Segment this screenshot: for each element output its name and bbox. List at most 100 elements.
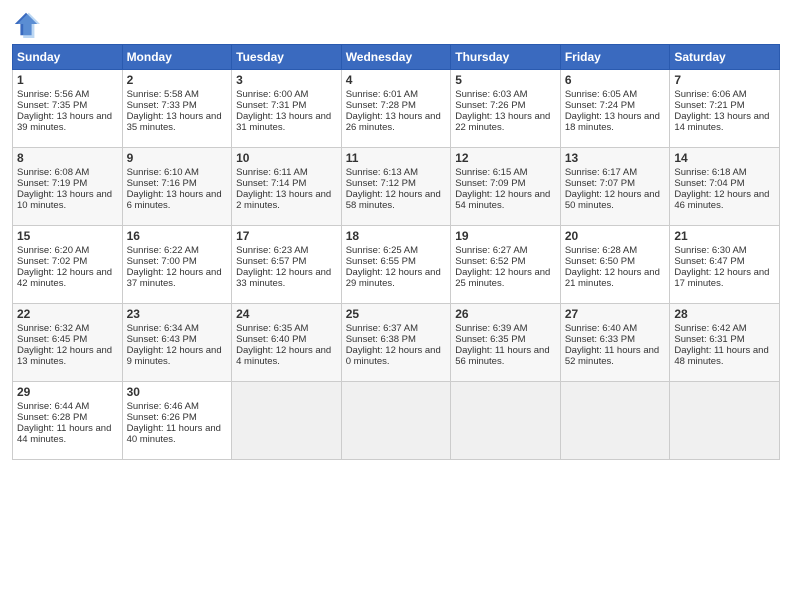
sunrise-text: Sunrise: 6:35 AM: [236, 323, 308, 334]
day-cell-18: 18Sunrise: 6:25 AMSunset: 6:55 PMDayligh…: [341, 226, 451, 304]
sunset-text: Sunset: 6:31 PM: [674, 334, 744, 345]
daylight-text: Daylight: 12 hours and 25 minutes.: [455, 267, 550, 289]
col-friday: Friday: [560, 45, 670, 70]
sunset-text: Sunset: 7:31 PM: [236, 100, 306, 111]
day-cell-28: 28Sunrise: 6:42 AMSunset: 6:31 PMDayligh…: [670, 304, 780, 382]
sunrise-text: Sunrise: 6:13 AM: [346, 167, 418, 178]
daylight-text: Daylight: 12 hours and 37 minutes.: [127, 267, 222, 289]
day-number: 17: [236, 229, 337, 243]
sunrise-text: Sunrise: 6:08 AM: [17, 167, 89, 178]
day-number: 29: [17, 385, 118, 399]
day-cell-20: 20Sunrise: 6:28 AMSunset: 6:50 PMDayligh…: [560, 226, 670, 304]
day-cell-3: 3 Sunrise: 6:00 AMSunset: 7:31 PMDaylight…: [232, 70, 342, 148]
sunset-text: Sunset: 7:19 PM: [17, 178, 87, 189]
sunrise-text: Sunrise: 6:05 AM: [565, 89, 637, 100]
day-cell-21: 21Sunrise: 6:30 AMSunset: 6:47 PMDayligh…: [670, 226, 780, 304]
sunrise-text: Sunrise: 6:00 AM: [236, 89, 308, 100]
daylight-text: Daylight: 12 hours and 50 minutes.: [565, 189, 660, 211]
daylight-text: Daylight: 13 hours and 2 minutes.: [236, 189, 331, 211]
sunset-text: Sunset: 7:16 PM: [127, 178, 197, 189]
day-number: 3: [236, 73, 337, 87]
day-number: 1: [17, 73, 118, 87]
daylight-text: Daylight: 12 hours and 29 minutes.: [346, 267, 441, 289]
week-row-5: 29Sunrise: 6:44 AMSunset: 6:28 PMDayligh…: [13, 382, 780, 460]
day-number: 5: [455, 73, 556, 87]
daylight-text: Daylight: 13 hours and 31 minutes.: [236, 111, 331, 133]
logo-icon: [12, 10, 40, 38]
empty-cell: [451, 382, 561, 460]
sunrise-text: Sunrise: 6:25 AM: [346, 245, 418, 256]
day-cell-7: 7Sunrise: 6:06 AMSunset: 7:21 PMDaylight…: [670, 70, 780, 148]
sunrise-text: Sunrise: 6:46 AM: [127, 401, 199, 412]
day-number: 8: [17, 151, 118, 165]
day-cell-24: 24Sunrise: 6:35 AMSunset: 6:40 PMDayligh…: [232, 304, 342, 382]
day-number: 10: [236, 151, 337, 165]
sunrise-text: Sunrise: 6:23 AM: [236, 245, 308, 256]
day-number: 2: [127, 73, 228, 87]
day-cell-19: 19Sunrise: 6:27 AMSunset: 6:52 PMDayligh…: [451, 226, 561, 304]
day-number: 27: [565, 307, 666, 321]
day-number: 25: [346, 307, 447, 321]
day-number: 7: [674, 73, 775, 87]
daylight-text: Daylight: 12 hours and 9 minutes.: [127, 345, 222, 367]
sunset-text: Sunset: 7:02 PM: [17, 256, 87, 267]
day-cell-11: 11Sunrise: 6:13 AMSunset: 7:12 PMDayligh…: [341, 148, 451, 226]
day-cell-27: 27Sunrise: 6:40 AMSunset: 6:33 PMDayligh…: [560, 304, 670, 382]
day-cell-9: 9Sunrise: 6:10 AMSunset: 7:16 PMDaylight…: [122, 148, 232, 226]
day-cell-15: 15Sunrise: 6:20 AMSunset: 7:02 PMDayligh…: [13, 226, 123, 304]
sunset-text: Sunset: 7:33 PM: [127, 100, 197, 111]
sunrise-text: Sunrise: 6:11 AM: [236, 167, 308, 178]
day-number: 12: [455, 151, 556, 165]
sunrise-text: Sunrise: 6:30 AM: [674, 245, 746, 256]
header: [12, 10, 780, 38]
sunset-text: Sunset: 7:12 PM: [346, 178, 416, 189]
header-row: Sunday Monday Tuesday Wednesday Thursday…: [13, 45, 780, 70]
daylight-text: Daylight: 12 hours and 46 minutes.: [674, 189, 769, 211]
sunrise-text: Sunrise: 6:20 AM: [17, 245, 89, 256]
sunset-text: Sunset: 7:21 PM: [674, 100, 744, 111]
daylight-text: Daylight: 12 hours and 4 minutes.: [236, 345, 331, 367]
daylight-text: Daylight: 11 hours and 44 minutes.: [17, 423, 111, 445]
empty-cell: [341, 382, 451, 460]
week-row-1: 1Sunrise: 5:56 AMSunset: 7:35 PMDaylight…: [13, 70, 780, 148]
day-cell-22: 22Sunrise: 6:32 AMSunset: 6:45 PMDayligh…: [13, 304, 123, 382]
sunset-text: Sunset: 7:07 PM: [565, 178, 635, 189]
day-cell-10: 10Sunrise: 6:11 AMSunset: 7:14 PMDayligh…: [232, 148, 342, 226]
daylight-text: Daylight: 13 hours and 6 minutes.: [127, 189, 222, 211]
daylight-text: Daylight: 11 hours and 56 minutes.: [455, 345, 549, 367]
day-cell-23: 23Sunrise: 6:34 AMSunset: 6:43 PMDayligh…: [122, 304, 232, 382]
day-number: 13: [565, 151, 666, 165]
sunset-text: Sunset: 6:50 PM: [565, 256, 635, 267]
sunrise-text: Sunrise: 6:37 AM: [346, 323, 418, 334]
col-wednesday: Wednesday: [341, 45, 451, 70]
daylight-text: Daylight: 11 hours and 40 minutes.: [127, 423, 221, 445]
sunset-text: Sunset: 6:52 PM: [455, 256, 525, 267]
sunrise-text: Sunrise: 6:06 AM: [674, 89, 746, 100]
daylight-text: Daylight: 13 hours and 39 minutes.: [17, 111, 112, 133]
sunrise-text: Sunrise: 6:01 AM: [346, 89, 418, 100]
col-thursday: Thursday: [451, 45, 561, 70]
sunrise-text: Sunrise: 6:27 AM: [455, 245, 527, 256]
day-number: 24: [236, 307, 337, 321]
sunrise-text: Sunrise: 6:18 AM: [674, 167, 746, 178]
day-cell-8: 8Sunrise: 6:08 AMSunset: 7:19 PMDaylight…: [13, 148, 123, 226]
day-number: 18: [346, 229, 447, 243]
daylight-text: Daylight: 13 hours and 26 minutes.: [346, 111, 441, 133]
sunset-text: Sunset: 6:43 PM: [127, 334, 197, 345]
week-row-3: 15Sunrise: 6:20 AMSunset: 7:02 PMDayligh…: [13, 226, 780, 304]
sunset-text: Sunset: 6:26 PM: [127, 412, 197, 423]
sunset-text: Sunset: 7:24 PM: [565, 100, 635, 111]
sunset-text: Sunset: 6:38 PM: [346, 334, 416, 345]
day-cell-26: 26Sunrise: 6:39 AMSunset: 6:35 PMDayligh…: [451, 304, 561, 382]
daylight-text: Daylight: 12 hours and 21 minutes.: [565, 267, 660, 289]
day-cell-5: 5Sunrise: 6:03 AMSunset: 7:26 PMDaylight…: [451, 70, 561, 148]
sunset-text: Sunset: 7:35 PM: [17, 100, 87, 111]
day-cell-30: 30Sunrise: 6:46 AMSunset: 6:26 PMDayligh…: [122, 382, 232, 460]
day-number: 16: [127, 229, 228, 243]
daylight-text: Daylight: 12 hours and 54 minutes.: [455, 189, 550, 211]
col-saturday: Saturday: [670, 45, 780, 70]
daylight-text: Daylight: 11 hours and 48 minutes.: [674, 345, 768, 367]
sunrise-text: Sunrise: 6:03 AM: [455, 89, 527, 100]
col-tuesday: Tuesday: [232, 45, 342, 70]
sunrise-text: Sunrise: 6:22 AM: [127, 245, 199, 256]
